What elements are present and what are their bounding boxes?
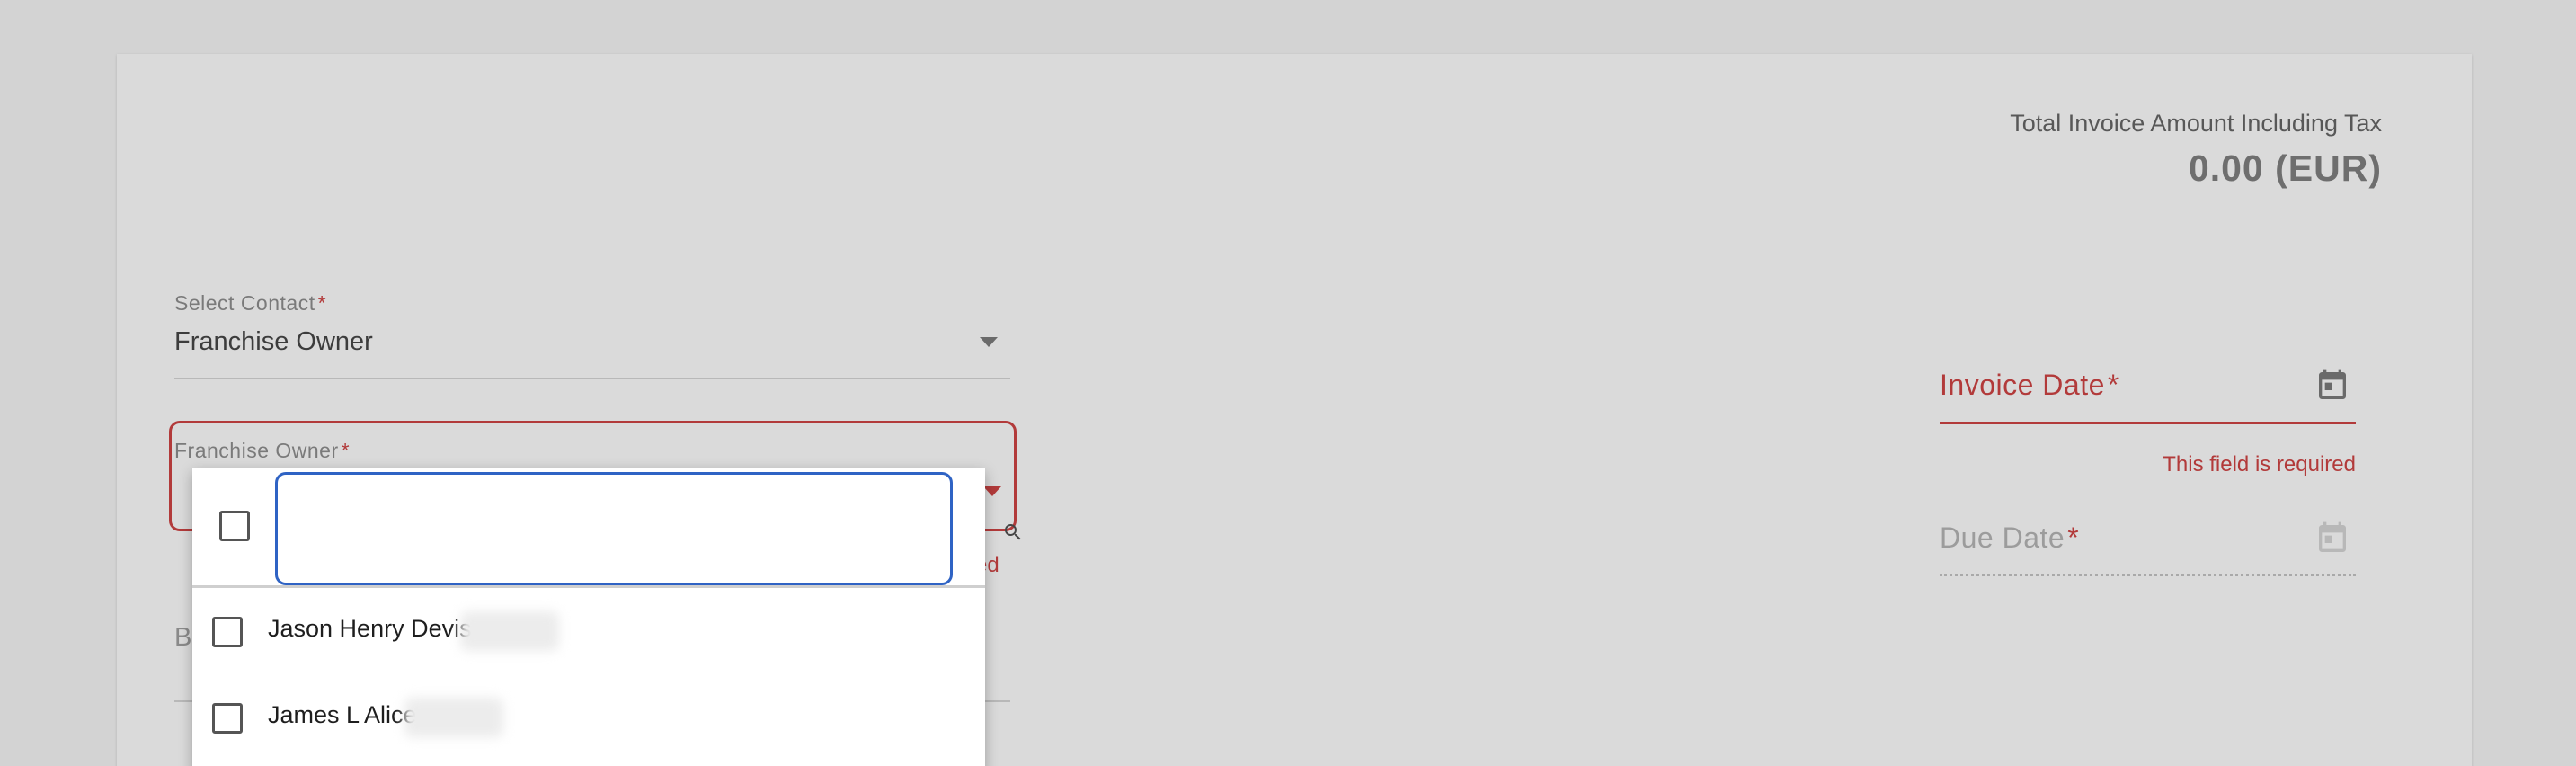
franchise-owner-dropdown-icon[interactable]	[983, 486, 1001, 496]
due-date-label[interactable]: Due Date*	[1940, 521, 2079, 555]
dropdown-search-input[interactable]	[292, 493, 903, 565]
select-contact-label: Select Contact *	[174, 291, 327, 315]
option-label: James L Alice	[268, 701, 417, 728]
option-checkbox[interactable]	[212, 617, 243, 647]
select-contact-underline	[174, 378, 1010, 379]
invoice-date-underline	[1940, 422, 2356, 424]
redacted-text	[404, 698, 503, 737]
due-date-underline	[1940, 574, 2356, 576]
select-all-checkbox[interactable]	[219, 511, 250, 541]
option-checkbox[interactable]	[212, 703, 243, 734]
total-amount-value: 0.00 (EUR)	[2188, 147, 2382, 189]
dropdown-search-box[interactable]	[275, 472, 1021, 585]
search-icon	[1005, 524, 1021, 540]
franchise-owner-label: Franchise Owner *	[174, 439, 351, 462]
dropdown-option[interactable]: James L Alice	[192, 675, 985, 762]
option-label: Jason Henry Devis	[268, 615, 472, 642]
dropdown-search-row	[192, 468, 1021, 588]
total-amount-label: Total Invoice Amount Including Tax	[2010, 110, 2382, 137]
invoice-date-label[interactable]: Invoice Date*	[1940, 369, 2119, 402]
select-contact-dropdown-icon[interactable]	[980, 337, 998, 347]
redacted-text	[460, 611, 559, 651]
select-contact-value[interactable]: Franchise Owner	[174, 327, 373, 357]
invoice-date-error: This field is required	[2163, 452, 2356, 477]
calendar-icon[interactable]	[2314, 367, 2350, 405]
calendar-icon[interactable]	[2314, 520, 2350, 557]
dropdown-option[interactable]: Jason Henry Devis	[192, 589, 985, 675]
obscured-field-label: B	[174, 623, 192, 652]
